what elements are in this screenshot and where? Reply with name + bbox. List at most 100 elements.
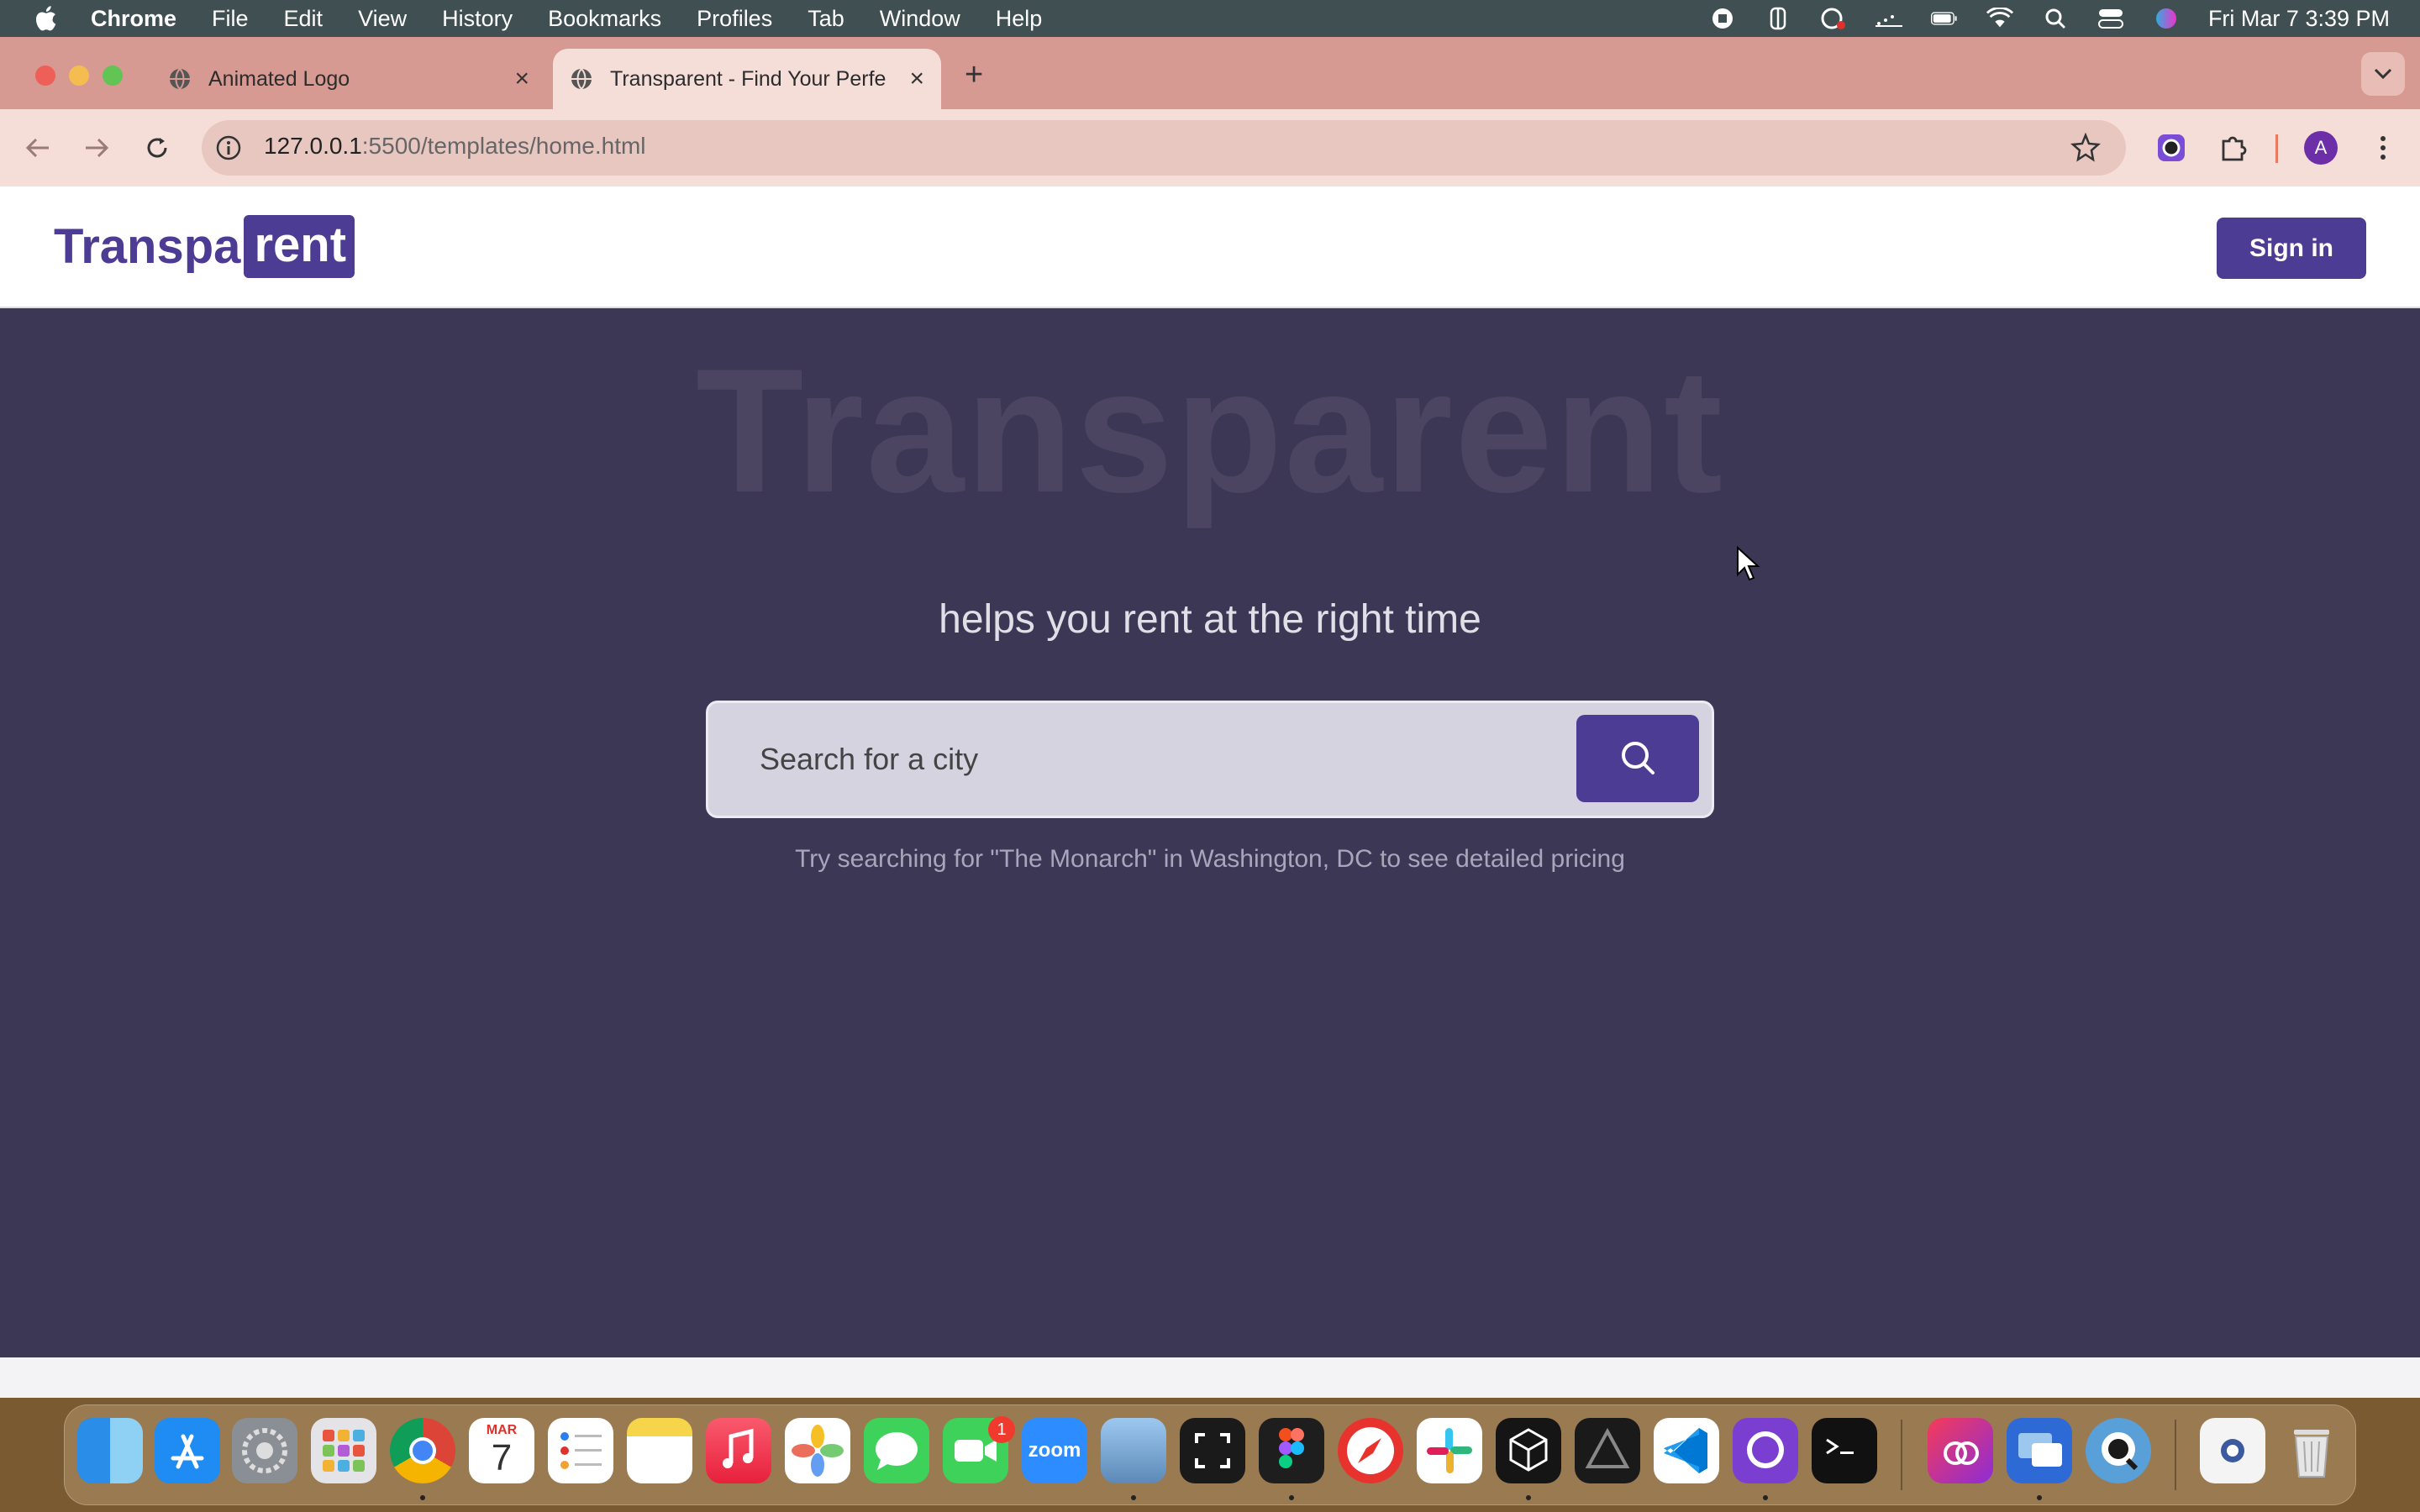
profile-initial: A	[2314, 137, 2328, 158]
menu-profiles[interactable]: Profiles	[697, 6, 772, 32]
color-extension-icon[interactable]	[2156, 133, 2186, 167]
tab-close-icon[interactable]: ×	[909, 65, 924, 93]
figma-icon[interactable]	[1259, 1418, 1324, 1483]
siri-icon[interactable]	[2153, 7, 2180, 30]
screen-record-icon[interactable]	[1709, 7, 1736, 30]
reload-icon	[147, 138, 167, 158]
tab-transparent[interactable]: Transparent - Find Your Perfe ×	[553, 49, 941, 109]
running-indicator	[2037, 1495, 2042, 1500]
terminal-icon[interactable]	[1812, 1418, 1877, 1483]
site-logo[interactable]: Transpa rent	[54, 215, 355, 278]
back-button[interactable]	[20, 130, 55, 165]
photos-icon[interactable]	[785, 1418, 850, 1483]
hero-tagline: helps you rent at the right time	[939, 597, 1481, 642]
site-info-icon[interactable]	[215, 134, 242, 165]
new-tab-button[interactable]: +	[965, 57, 983, 93]
vscode-icon[interactable]	[1654, 1418, 1719, 1483]
search-hint: Try searching for "The Monarch" in Washi…	[795, 845, 1625, 873]
macos-menu-bar: Chrome File Edit View History Bookmarks …	[0, 0, 2420, 37]
arrow-right-icon	[86, 138, 109, 158]
wifi-icon[interactable]	[1986, 7, 2013, 30]
battery-icon[interactable]	[1930, 7, 1958, 30]
creative-cloud-status-icon[interactable]	[1820, 7, 1847, 30]
dock-divider	[1901, 1420, 1902, 1490]
bookmark-star-icon[interactable]	[2070, 132, 2102, 167]
spotlight-search-icon[interactable]	[2042, 7, 2069, 30]
safari-compass-icon[interactable]	[1338, 1418, 1403, 1483]
menu-help[interactable]: Help	[996, 6, 1043, 32]
apple-icon[interactable]	[32, 3, 62, 34]
document-thumbnail-icon[interactable]	[2200, 1418, 2265, 1483]
menu-app-chrome[interactable]: Chrome	[91, 6, 176, 32]
hero-watermark-title: Transparent	[695, 332, 1725, 529]
reminders-icon[interactable]	[548, 1418, 613, 1483]
chevron-down-icon	[2374, 68, 2392, 80]
url-path: :5500/templates/home.html	[361, 133, 646, 159]
figma-status-icon[interactable]	[1765, 7, 1791, 30]
running-indicator	[420, 1495, 425, 1500]
running-indicator	[1763, 1495, 1768, 1500]
tab-search-button[interactable]	[2361, 52, 2405, 96]
profile-avatar[interactable]: A	[2304, 131, 2338, 165]
globe-icon	[571, 68, 592, 90]
tab-title: Transparent - Find Your Perfe	[610, 66, 886, 91]
slack-icon[interactable]	[1417, 1418, 1482, 1483]
page-footer-strip	[0, 1357, 2420, 1398]
forward-button[interactable]	[79, 130, 114, 165]
zoom-label: zoom	[1028, 1439, 1081, 1462]
trash-icon[interactable]	[2279, 1418, 2344, 1483]
window-zoom-button[interactable]	[103, 66, 123, 86]
zoom-icon[interactable]: zoom	[1022, 1418, 1087, 1483]
tab-close-icon[interactable]: ×	[514, 65, 529, 93]
sign-in-button[interactable]: Sign in	[2217, 218, 2366, 279]
menu-edit[interactable]: Edit	[284, 6, 324, 32]
calendar-month: MAR	[486, 1423, 518, 1437]
finder-icon[interactable]	[77, 1418, 143, 1483]
app-store-icon[interactable]	[155, 1418, 220, 1483]
notes-icon[interactable]	[627, 1418, 692, 1483]
3d-box-app-icon[interactable]	[1496, 1418, 1561, 1483]
city-search-input[interactable]	[758, 732, 1548, 786]
search-button[interactable]	[1576, 715, 1699, 802]
vector-app-icon[interactable]	[1575, 1418, 1640, 1483]
running-indicator	[1131, 1495, 1136, 1500]
logo-part-2: rent	[244, 215, 355, 278]
music-icon[interactable]	[706, 1418, 771, 1483]
globe-icon	[170, 68, 190, 90]
running-indicator	[1289, 1495, 1294, 1500]
menubar-clock[interactable]: Fri Mar 7 3:39 PM	[2208, 6, 2390, 32]
messages-icon[interactable]	[864, 1418, 929, 1483]
github-desktop-icon[interactable]	[1733, 1418, 1798, 1483]
arrow-left-icon	[25, 138, 49, 158]
url-text[interactable]: 127.0.0.1:5500/templates/home.html	[264, 133, 646, 160]
chrome-icon[interactable]	[390, 1418, 455, 1483]
notification-badge: 1	[988, 1416, 1015, 1443]
chrome-menu-icon[interactable]	[2375, 133, 2391, 167]
toolbar-divider	[2275, 134, 2278, 163]
url-host: 127.0.0.1	[264, 133, 362, 159]
quicktime-icon[interactable]	[2086, 1418, 2151, 1483]
window-close-button[interactable]	[35, 66, 55, 86]
search-icon	[1622, 741, 1655, 774]
menu-bookmarks[interactable]: Bookmarks	[548, 6, 661, 32]
screen-sharing-icon[interactable]	[2007, 1418, 2072, 1483]
menu-window[interactable]: Window	[880, 6, 960, 32]
menu-history[interactable]: History	[442, 6, 513, 32]
menu-file[interactable]: File	[212, 6, 249, 32]
preview-icon[interactable]	[1101, 1418, 1166, 1483]
menu-tab[interactable]: Tab	[808, 6, 844, 32]
tab-animated-logo[interactable]: Animated Logo ×	[151, 49, 546, 109]
window-minimize-button[interactable]	[69, 66, 89, 86]
reload-button[interactable]	[139, 130, 175, 165]
menu-view[interactable]: View	[358, 6, 407, 32]
activity-icon[interactable]	[1875, 7, 1902, 30]
dock-divider	[2175, 1420, 2176, 1490]
creative-cloud-icon[interactable]	[1928, 1418, 1993, 1483]
site-header	[0, 186, 2420, 308]
extensions-puzzle-icon[interactable]	[2218, 133, 2249, 167]
system-settings-icon[interactable]	[232, 1418, 297, 1483]
calendar-icon[interactable]: MAR 7	[469, 1418, 534, 1483]
launchpad-icon[interactable]	[311, 1418, 376, 1483]
control-center-icon[interactable]	[2097, 7, 2124, 30]
screenshot-icon[interactable]	[1180, 1418, 1245, 1483]
